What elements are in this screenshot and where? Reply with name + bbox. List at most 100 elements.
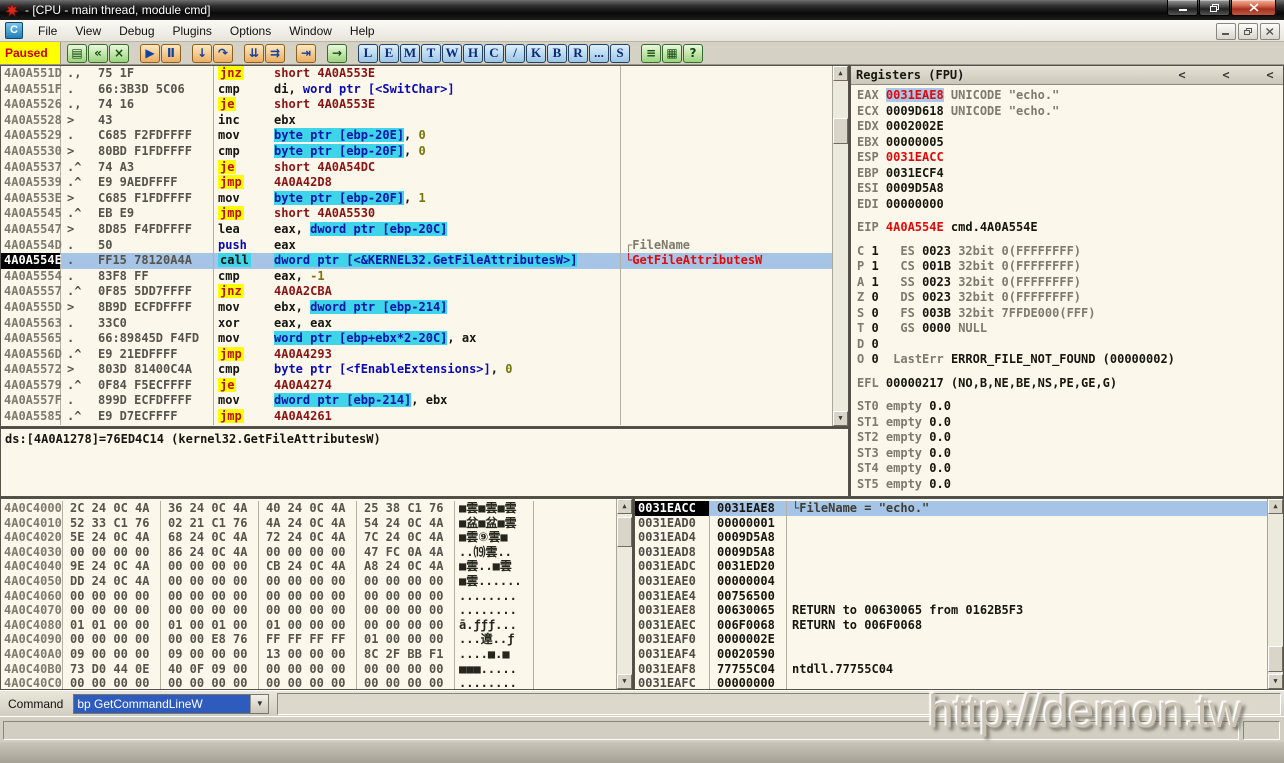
disasm-row[interactable]: 4A0A551F.66:3B3D 5C06cmpdi, word ptr [<S…: [1, 82, 832, 98]
register-line[interactable]: D 0: [857, 337, 1283, 353]
executables-button[interactable]: E: [379, 44, 399, 63]
register-line[interactable]: ST3 empty 0.0: [857, 446, 1283, 462]
dump-row[interactable]: 4A0C40B073 D0 44 0E40 0F 09 0000 00 00 0…: [1, 662, 616, 677]
dump-row[interactable]: 4A0C40A009 00 00 0009 00 00 0013 00 00 0…: [1, 647, 616, 662]
disasm-row[interactable]: 4A0A5565.66:89845D F4FDmovword ptr [ebp+…: [1, 331, 832, 347]
disasm-row[interactable]: 4A0A5554.83F8 FFcmpeax, -1: [1, 269, 832, 285]
register-line[interactable]: EAX 0031EAE8 UNICODE "echo.": [857, 88, 1283, 104]
register-line[interactable]: ST4 empty 0.0: [857, 461, 1283, 477]
pause-button[interactable]: Ⅱ: [161, 44, 181, 63]
register-line[interactable]: EDX 0002002E: [857, 119, 1283, 135]
animate-over-button[interactable]: ⇉: [265, 44, 285, 63]
disasm-row[interactable]: 4A0A5545.^EB E9jmpshort 4A0A5530: [1, 206, 832, 222]
run-trace-button[interactable]: ...: [589, 44, 609, 63]
dump-row[interactable]: 4A0C406000 00 00 0000 00 00 0000 00 00 0…: [1, 589, 616, 604]
run-button[interactable]: ▶: [140, 44, 160, 63]
register-line[interactable]: ESI 0009D5A8: [857, 181, 1283, 197]
step-into-button[interactable]: ↓: [192, 44, 212, 63]
collapse-button[interactable]: <: [1219, 68, 1233, 82]
disasm-row[interactable]: 4A0A5557.^0F85 5DD7FFFFjnz4A0A2CBA: [1, 284, 832, 300]
references-button[interactable]: R: [568, 44, 588, 63]
disasm-row[interactable]: 4A0A5572>803D 81400C4Acmpbyte ptr [<fEna…: [1, 362, 832, 378]
mdi-restore-button[interactable]: [1238, 23, 1258, 40]
mdi-close-button[interactable]: [1260, 23, 1280, 40]
disasm-row[interactable]: 4A0A5579.^0F84 F5ECFFFFje4A0A4274: [1, 378, 832, 394]
appearance-button[interactable]: ▦: [662, 44, 682, 63]
register-line[interactable]: O 0 LastErr ERROR_FILE_NOT_FOUND (000000…: [857, 352, 1283, 368]
register-line[interactable]: [857, 391, 1283, 399]
menu-view[interactable]: View: [66, 20, 110, 41]
register-line[interactable]: S 0 FS 003B 32bit 7FFDE000(FFF): [857, 306, 1283, 322]
dump-row[interactable]: 4A0C4050DD 24 0C 4A00 00 00 0000 00 00 0…: [1, 574, 616, 589]
disasm-row[interactable]: 4A0A5529.C685 F2FDFFFFmovbyte ptr [ebp-2…: [1, 128, 832, 144]
disasm-row[interactable]: 4A0A5539.^E9 9AEDFFFFjmp4A0A42D8: [1, 175, 832, 191]
scroll-thumb[interactable]: [1268, 646, 1283, 672]
menu-window[interactable]: Window: [280, 20, 341, 41]
register-line[interactable]: ECX 0009D618 UNICODE "echo.": [857, 104, 1283, 120]
register-line[interactable]: ST0 empty 0.0: [857, 399, 1283, 415]
stack-row[interactable]: 0031EAFC00000000: [635, 676, 1267, 690]
scroll-up-arrow[interactable]: ▲: [1268, 499, 1283, 514]
scroll-down-arrow[interactable]: ▼: [1268, 674, 1283, 689]
mdi-minimize-button[interactable]: [1216, 23, 1236, 40]
scroll-thumb[interactable]: [833, 118, 848, 144]
windows-button[interactable]: W: [442, 44, 462, 63]
register-line[interactable]: EBP 0031ECF4: [857, 166, 1283, 182]
stack-row[interactable]: 0031EAF877755C04ntdll.77755C04: [635, 662, 1267, 677]
dump-row[interactable]: 4A0C408001 01 00 0001 00 01 0001 00 00 0…: [1, 618, 616, 633]
stack-row[interactable]: 0031EAD000000001: [635, 516, 1267, 531]
stack-row[interactable]: 0031EAF400020590: [635, 647, 1267, 662]
register-line[interactable]: A 1 SS 0023 32bit 0(FFFFFFFF): [857, 275, 1283, 291]
menu-debug[interactable]: Debug: [110, 20, 163, 41]
disasm-row[interactable]: 4A0A556D.^E9 21EDFFFFjmp4A0A4293: [1, 347, 832, 363]
register-line[interactable]: [857, 236, 1283, 244]
restart-button[interactable]: «: [88, 44, 108, 63]
stack-row[interactable]: 0031EACC0031EAE8└FileName = "echo.": [635, 501, 1267, 516]
disasm-row[interactable]: 4A0A553E>C685 F1FDFFFFmovbyte ptr [ebp-2…: [1, 191, 832, 207]
execute-till-return-button[interactable]: ⇥: [296, 44, 316, 63]
dump-row[interactable]: 4A0C40205E 24 0C 4A68 24 0C 4A72 24 0C 4…: [1, 530, 616, 545]
cpu-button[interactable]: C: [484, 44, 504, 63]
dump-row[interactable]: 4A0C407000 00 00 0000 00 00 0000 00 00 0…: [1, 603, 616, 618]
log-window-button[interactable]: L: [358, 44, 378, 63]
menu-options[interactable]: Options: [221, 20, 280, 41]
dump-scrollbar[interactable]: ▲ ▼: [616, 499, 632, 689]
disasm-row[interactable]: 4A0A5563.33C0xoreax, eax: [1, 316, 832, 332]
command-input-value[interactable]: bp GetCommandLineW: [74, 695, 250, 713]
register-line[interactable]: [857, 212, 1283, 220]
menu-plugins[interactable]: Plugins: [164, 20, 221, 41]
dump-row[interactable]: 4A0C409000 00 00 0000 00 E8 76FF FF FF F…: [1, 632, 616, 647]
disasm-row[interactable]: 4A0A555D>8B9D ECFDFFFFmovebx, dword ptr …: [1, 300, 832, 316]
close-button[interactable]: [1231, 0, 1276, 16]
disasm-row[interactable]: 4A0A554D.50pusheax┌FileName: [1, 238, 832, 254]
go-to-button[interactable]: →: [327, 44, 347, 63]
register-line[interactable]: ST2 empty 0.0: [857, 430, 1283, 446]
open-file-button[interactable]: ▤: [67, 44, 87, 63]
disasm-row[interactable]: 4A0A554E.FF15 78120A4Acalldword ptr [<&K…: [1, 253, 832, 269]
disasm-row[interactable]: 4A0A5528>43incebx: [1, 113, 832, 129]
disasm-scrollbar[interactable]: ▲ ▼: [832, 66, 848, 426]
restore-button[interactable]: [1199, 0, 1230, 16]
register-line[interactable]: T 0 GS 0000 NULL: [857, 321, 1283, 337]
stack-row[interactable]: 0031EADC0031ED20: [635, 559, 1267, 574]
stack-row[interactable]: 0031EAD80009D5A8: [635, 545, 1267, 560]
memory-map-button[interactable]: M: [400, 44, 420, 63]
close-program-button[interactable]: ×: [109, 44, 129, 63]
help-button[interactable]: ?: [683, 44, 703, 63]
disasm-row[interactable]: 4A0A5530>80BD F1FDFFFFcmpbyte ptr [ebp-2…: [1, 144, 832, 160]
chevron-down-icon[interactable]: ▼: [250, 695, 268, 713]
call-stack-button[interactable]: K: [526, 44, 546, 63]
dump-row[interactable]: 4A0C40409E 24 0C 4A00 00 00 00CB 24 0C 4…: [1, 559, 616, 574]
scroll-thumb[interactable]: [617, 517, 632, 547]
stack-row[interactable]: 0031EAE800630065RETURN to 00630065 from …: [635, 603, 1267, 618]
breakpoints-button[interactable]: B: [547, 44, 567, 63]
scroll-up-arrow[interactable]: ▲: [833, 66, 848, 81]
stack-row[interactable]: 0031EAE400756500: [635, 589, 1267, 604]
stack-scrollbar[interactable]: ▲ ▼: [1267, 499, 1283, 689]
menu-file[interactable]: File: [29, 20, 66, 41]
stack-row[interactable]: 0031EAEC006F0068RETURN to 006F0068: [635, 618, 1267, 633]
patches-button[interactable]: /: [505, 44, 525, 63]
register-line[interactable]: ST1 empty 0.0: [857, 415, 1283, 431]
dump-row[interactable]: 4A0C403000 00 00 0086 24 0C 4A00 00 00 0…: [1, 545, 616, 560]
disasm-row[interactable]: 4A0A5537.^74 A3jeshort 4A0A54DC: [1, 160, 832, 176]
